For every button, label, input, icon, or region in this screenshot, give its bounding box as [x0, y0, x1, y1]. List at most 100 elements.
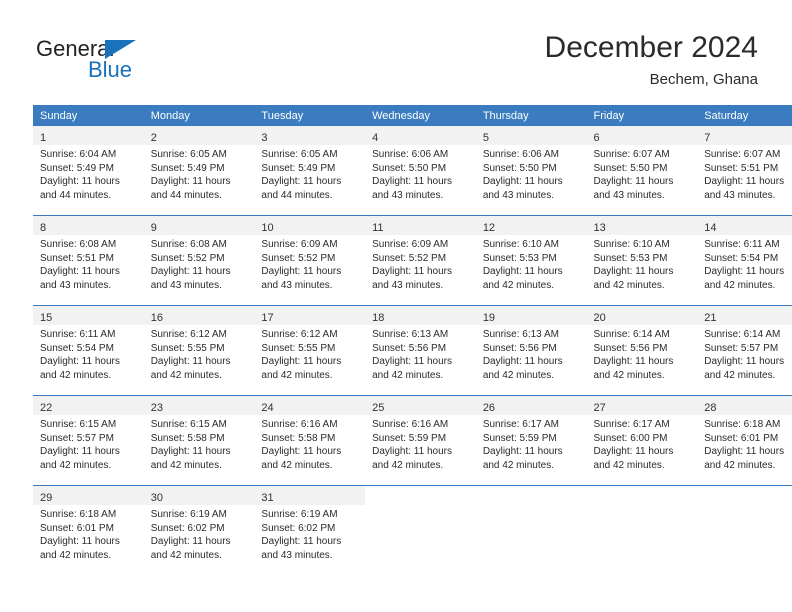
calendar-day-cell[interactable]: 28 Sunrise: 6:18 AM Sunset: 6:01 PM Dayl…	[697, 395, 792, 486]
sunrise-text: Sunrise: 6:14 AM	[704, 329, 781, 340]
sunset-text: Sunset: 6:01 PM	[704, 432, 779, 444]
day-details: Sunrise: 6:14 AM Sunset: 5:57 PM Dayligh…	[697, 325, 792, 382]
calendar-day-cell[interactable]: 3 Sunrise: 6:05 AM Sunset: 5:49 PM Dayli…	[254, 126, 366, 216]
day-details: Sunrise: 6:10 AM Sunset: 5:53 PM Dayligh…	[476, 235, 587, 292]
calendar-day-cell[interactable]: 22 Sunrise: 6:15 AM Sunset: 5:57 PM Dayl…	[33, 395, 144, 486]
calendar-day-cell[interactable]: 9 Sunrise: 6:08 AM Sunset: 5:52 PM Dayli…	[143, 215, 255, 306]
day-number-band: 17	[254, 306, 366, 325]
day-details: Sunrise: 6:09 AM Sunset: 5:52 PM Dayligh…	[365, 235, 476, 292]
calendar-day-cell[interactable]: 12 Sunrise: 6:10 AM Sunset: 5:53 PM Dayl…	[475, 215, 587, 306]
calendar-day-cell[interactable]: 31 Sunrise: 6:19 AM Sunset: 6:02 PM Dayl…	[254, 485, 366, 575]
day-number: 5	[482, 132, 489, 144]
day-number: 24	[261, 402, 274, 414]
day-cell-content: 19 Sunrise: 6:13 AM Sunset: 5:56 PM Dayl…	[475, 306, 587, 395]
day-details: Sunrise: 6:16 AM Sunset: 5:58 PM Dayligh…	[254, 415, 365, 472]
sunset-text: Sunset: 5:55 PM	[150, 342, 225, 354]
calendar-day-cell[interactable]: 18 Sunrise: 6:13 AM Sunset: 5:56 PM Dayl…	[365, 305, 476, 396]
sunrise-text: Sunrise: 6:09 AM	[261, 239, 338, 250]
day-number-band: 27	[586, 396, 698, 415]
day-number-band: 9	[143, 216, 255, 235]
calendar-day-cell[interactable]: 7 Sunrise: 6:07 AM Sunset: 5:51 PM Dayli…	[697, 126, 792, 216]
day-cell-content	[697, 486, 792, 575]
calendar-day-cell[interactable]: 26 Sunrise: 6:17 AM Sunset: 5:59 PM Dayl…	[475, 395, 587, 486]
calendar-day-cell[interactable]: 29 Sunrise: 6:18 AM Sunset: 6:01 PM Dayl…	[33, 485, 144, 575]
sunrise-text: Sunrise: 6:14 AM	[593, 329, 670, 340]
sunrise-text: Sunrise: 6:04 AM	[40, 149, 117, 160]
day-number: 27	[593, 402, 606, 414]
daylight-text: Daylight: 11 hours and 42 minutes.	[593, 266, 674, 291]
day-cell-content: 30 Sunrise: 6:19 AM Sunset: 6:02 PM Dayl…	[143, 486, 255, 575]
day-number-band	[365, 486, 476, 505]
sunset-text: Sunset: 5:53 PM	[482, 252, 557, 264]
calendar-day-cell[interactable]: 27 Sunrise: 6:17 AM Sunset: 6:00 PM Dayl…	[586, 395, 698, 486]
sunrise-text: Sunrise: 6:19 AM	[261, 509, 338, 520]
calendar-day-cell[interactable]: 10 Sunrise: 6:09 AM Sunset: 5:52 PM Dayl…	[254, 215, 366, 306]
calendar-day-cell[interactable]: 19 Sunrise: 6:13 AM Sunset: 5:56 PM Dayl…	[475, 305, 587, 396]
calendar-day-cell[interactable]: 11 Sunrise: 6:09 AM Sunset: 5:52 PM Dayl…	[365, 215, 476, 306]
sunrise-text: Sunrise: 6:10 AM	[593, 239, 670, 250]
calendar-day-cell[interactable]: 4 Sunrise: 6:06 AM Sunset: 5:50 PM Dayli…	[365, 126, 476, 216]
day-cell-content: 22 Sunrise: 6:15 AM Sunset: 5:57 PM Dayl…	[33, 396, 144, 485]
calendar-day-cell[interactable]: 5 Sunrise: 6:06 AM Sunset: 5:50 PM Dayli…	[475, 126, 587, 216]
sunrise-text: Sunrise: 6:07 AM	[593, 149, 670, 160]
day-number: 7	[704, 132, 711, 144]
day-number: 22	[40, 402, 53, 414]
daylight-text: Daylight: 11 hours and 44 minutes.	[40, 176, 120, 201]
day-number-band: 10	[254, 216, 366, 235]
daylight-text: Daylight: 11 hours and 42 minutes.	[704, 356, 785, 381]
calendar-page: General Blue December 2024 Bechem, Ghana…	[0, 0, 792, 612]
day-number-band: 22	[33, 396, 144, 415]
sunrise-text: Sunrise: 6:12 AM	[261, 329, 338, 340]
day-cell-content	[365, 486, 476, 575]
calendar-day-cell[interactable]: 15 Sunrise: 6:11 AM Sunset: 5:54 PM Dayl…	[33, 305, 144, 396]
calendar-day-cell[interactable]: 6 Sunrise: 6:07 AM Sunset: 5:50 PM Dayli…	[586, 126, 698, 216]
sunset-text: Sunset: 5:53 PM	[593, 252, 668, 264]
calendar-grid: Sunday Monday Tuesday Wednesday Thursday…	[33, 105, 792, 575]
daylight-text: Daylight: 11 hours and 42 minutes.	[40, 446, 120, 471]
day-number-band: 7	[697, 126, 792, 145]
daylight-text: Daylight: 11 hours and 43 minutes.	[593, 176, 674, 201]
day-number-band: 2	[143, 126, 255, 145]
calendar-day-cell[interactable]: 30 Sunrise: 6:19 AM Sunset: 6:02 PM Dayl…	[143, 485, 255, 575]
general-blue-logo[interactable]: General Blue	[36, 36, 226, 88]
day-cell-content: 26 Sunrise: 6:17 AM Sunset: 5:59 PM Dayl…	[475, 396, 587, 485]
day-number-band: 12	[475, 216, 587, 235]
calendar-day-cell[interactable]: 14 Sunrise: 6:11 AM Sunset: 5:54 PM Dayl…	[697, 215, 792, 306]
calendar-day-cell[interactable]: 20 Sunrise: 6:14 AM Sunset: 5:56 PM Dayl…	[586, 305, 698, 396]
day-cell-content: 20 Sunrise: 6:14 AM Sunset: 5:56 PM Dayl…	[586, 306, 698, 395]
day-cell-content: 10 Sunrise: 6:09 AM Sunset: 5:52 PM Dayl…	[254, 216, 366, 305]
day-number: 14	[704, 222, 717, 234]
daylight-text: Daylight: 11 hours and 42 minutes.	[40, 536, 120, 561]
sunrise-text: Sunrise: 6:18 AM	[704, 419, 781, 430]
calendar-day-cell[interactable]: 23 Sunrise: 6:15 AM Sunset: 5:58 PM Dayl…	[143, 395, 255, 486]
sunrise-text: Sunrise: 6:11 AM	[40, 329, 116, 340]
calendar-day-cell[interactable]: 13 Sunrise: 6:10 AM Sunset: 5:53 PM Dayl…	[586, 215, 698, 306]
calendar-day-cell[interactable]: 17 Sunrise: 6:12 AM Sunset: 5:55 PM Dayl…	[254, 305, 366, 396]
calendar-day-cell[interactable]: 1 Sunrise: 6:04 AM Sunset: 5:49 PM Dayli…	[33, 126, 144, 216]
calendar-day-cell[interactable]: 24 Sunrise: 6:16 AM Sunset: 5:58 PM Dayl…	[254, 395, 366, 486]
calendar-day-cell[interactable]: 16 Sunrise: 6:12 AM Sunset: 5:55 PM Dayl…	[143, 305, 255, 396]
title-block: December 2024 Bechem, Ghana	[545, 30, 758, 90]
day-number-band: 24	[254, 396, 366, 415]
daylight-text: Daylight: 11 hours and 43 minutes.	[482, 176, 563, 201]
day-number: 31	[261, 492, 274, 504]
day-number-band	[475, 486, 587, 505]
calendar-day-cell[interactable]: 8 Sunrise: 6:08 AM Sunset: 5:51 PM Dayli…	[33, 215, 144, 306]
day-details: Sunrise: 6:06 AM Sunset: 5:50 PM Dayligh…	[476, 145, 587, 202]
day-number: 20	[593, 312, 606, 324]
calendar-day-cell[interactable]: 25 Sunrise: 6:16 AM Sunset: 5:59 PM Dayl…	[365, 395, 476, 486]
day-cell-content: 4 Sunrise: 6:06 AM Sunset: 5:50 PM Dayli…	[365, 126, 476, 215]
calendar-week-row: 29 Sunrise: 6:18 AM Sunset: 6:01 PM Dayl…	[33, 485, 792, 575]
daylight-text: Daylight: 11 hours and 42 minutes.	[372, 446, 452, 471]
day-details: Sunrise: 6:19 AM Sunset: 6:02 PM Dayligh…	[144, 505, 255, 562]
daylight-text: Daylight: 11 hours and 42 minutes.	[372, 356, 452, 381]
day-details: Sunrise: 6:07 AM Sunset: 5:50 PM Dayligh…	[587, 145, 698, 202]
day-number: 17	[261, 312, 274, 324]
calendar-day-cell[interactable]: 21 Sunrise: 6:14 AM Sunset: 5:57 PM Dayl…	[697, 305, 792, 396]
daylight-text: Daylight: 11 hours and 44 minutes.	[150, 176, 231, 201]
day-details: Sunrise: 6:08 AM Sunset: 5:51 PM Dayligh…	[33, 235, 144, 292]
day-number-band	[697, 486, 792, 505]
sunset-text: Sunset: 5:50 PM	[482, 162, 557, 174]
daylight-text: Daylight: 11 hours and 42 minutes.	[593, 446, 674, 471]
calendar-day-cell[interactable]: 2 Sunrise: 6:05 AM Sunset: 5:49 PM Dayli…	[143, 126, 255, 216]
